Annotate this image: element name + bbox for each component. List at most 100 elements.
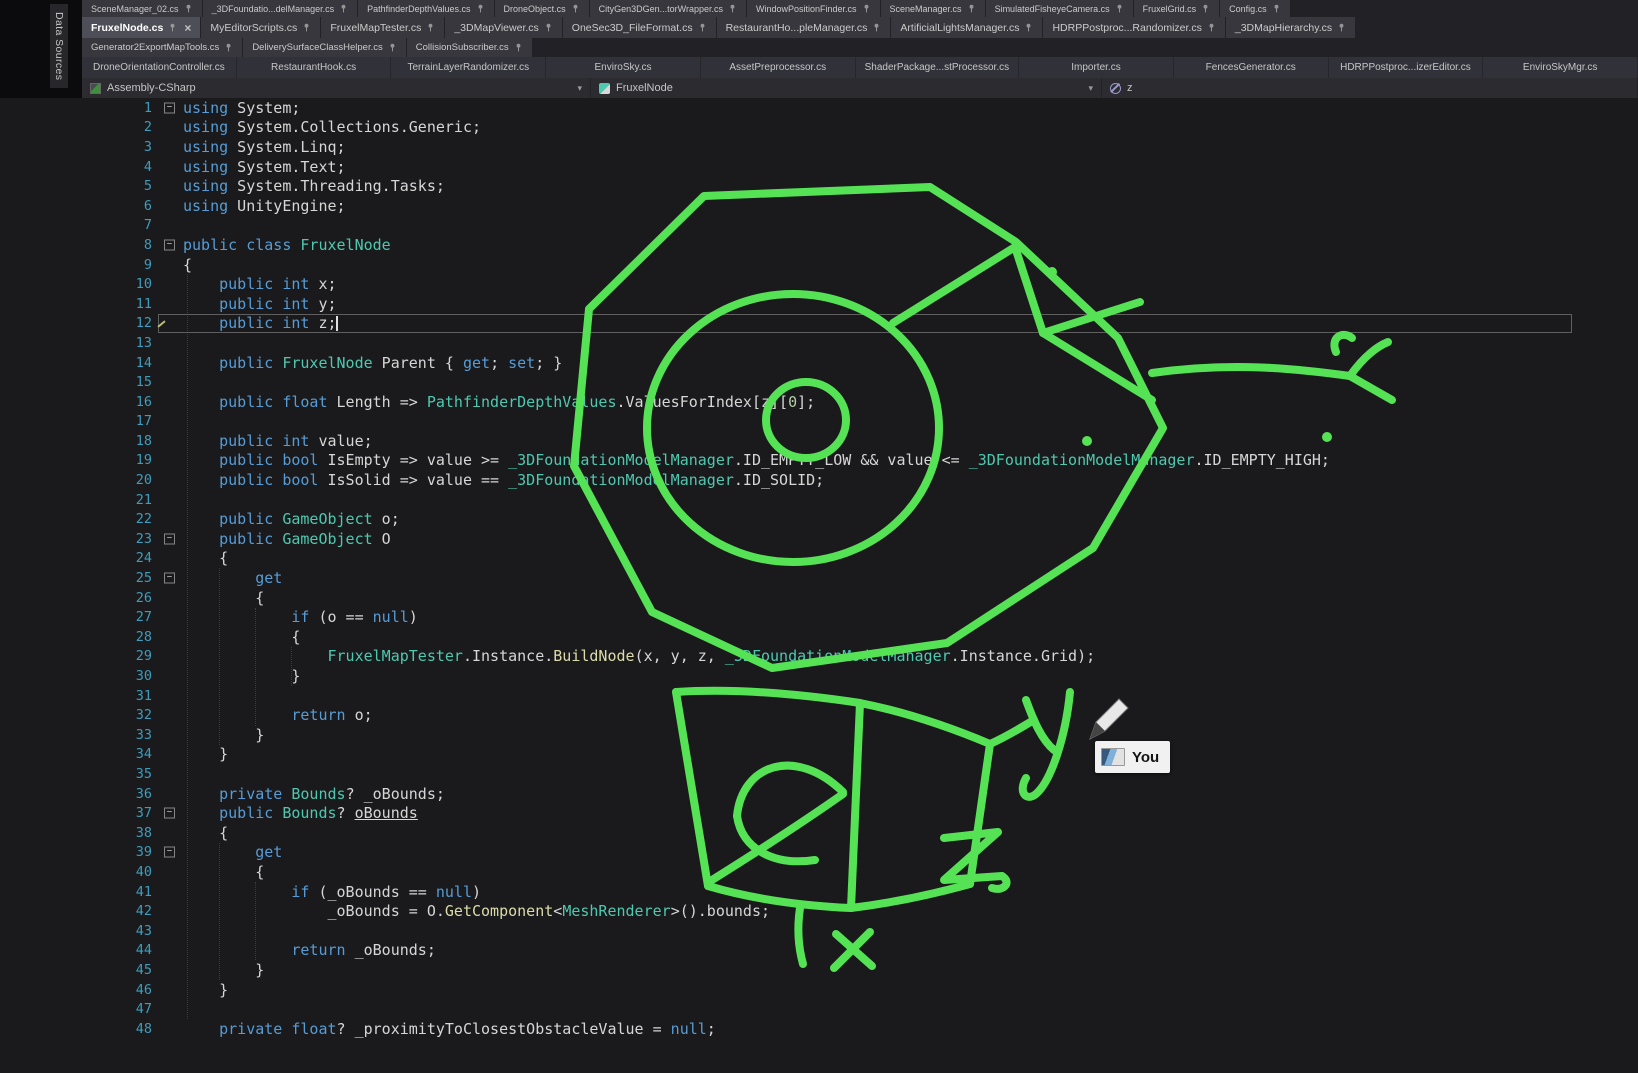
code-line-9[interactable]: 9{ — [0, 255, 1638, 275]
code-line-42[interactable]: 42 _oBounds = O.GetComponent<MeshRendere… — [0, 901, 1638, 921]
pin-icon[interactable] — [862, 4, 871, 13]
code-line-39[interactable]: 39− get — [0, 843, 1638, 863]
code-line-7[interactable]: 7 — [0, 216, 1638, 236]
code-line-30[interactable]: 30 } — [0, 666, 1638, 686]
code-line-11[interactable]: 11 public int y; — [0, 294, 1638, 314]
code-line-6[interactable]: 6using UnityEngine; — [0, 196, 1638, 216]
code-line-15[interactable]: 15 — [0, 372, 1638, 392]
tab-restaurantho-plemanager-cs[interactable]: RestaurantHo...pleManager.cs — [717, 17, 891, 38]
code-line-38[interactable]: 38 { — [0, 823, 1638, 843]
tab-fruxelmaptester-cs[interactable]: FruxelMapTester.cs — [321, 17, 444, 38]
code-line-47[interactable]: 47 — [0, 999, 1638, 1019]
pin-icon[interactable] — [1201, 4, 1210, 13]
code-line-34[interactable]: 34 } — [0, 745, 1638, 765]
tab-enviroskymgr-cs[interactable]: EnviroSkyMgr.cs — [1483, 57, 1637, 78]
tab-artificiallightsmanager-cs[interactable]: ArtificialLightsManager.cs — [891, 17, 1042, 38]
member-dropdown[interactable]: z — [1102, 78, 1638, 98]
tab-fencesgenerator-cs[interactable]: FencesGenerator.cs — [1174, 57, 1328, 78]
code-line-17[interactable]: 17 — [0, 412, 1638, 432]
code-line-5[interactable]: 5using System.Threading.Tasks; — [0, 176, 1638, 196]
tab-myeditorscripts-cs[interactable]: MyEditorScripts.cs — [201, 17, 320, 38]
tab-assetpreprocessor-cs[interactable]: AssetPreprocessor.cs — [701, 57, 855, 78]
tab-pathfinderdepthvalues-cs[interactable]: PathfinderDepthValues.cs — [358, 0, 493, 17]
tab-droneobject-cs[interactable]: DroneObject.cs — [495, 0, 589, 17]
tab-deliverysurfaceclasshelper-cs[interactable]: DeliverySurfaceClassHelper.cs — [243, 38, 405, 57]
pin-icon[interactable] — [184, 4, 193, 13]
pin-icon[interactable] — [967, 4, 976, 13]
tab-collisionsubscriber-cs[interactable]: CollisionSubscriber.cs — [407, 38, 532, 57]
code-line-45[interactable]: 45 } — [0, 960, 1638, 980]
code-line-14[interactable]: 14 public FruxelNode Parent { get; set; … — [0, 353, 1638, 373]
tab-citygen3dgen-torwrapper-cs[interactable]: CityGen3DGen...torWrapper.cs — [590, 0, 746, 17]
chevron-down-icon[interactable]: ▾ — [577, 83, 582, 94]
code-line-40[interactable]: 40 { — [0, 862, 1638, 882]
tab-fruxelnode-cs[interactable]: FruxelNode.cs× — [82, 17, 200, 38]
pin-icon[interactable] — [698, 23, 707, 32]
tab-shaderpackage-stprocessor-cs[interactable]: ShaderPackage...stProcessor.cs — [856, 57, 1019, 78]
tab-terrainlayerrandomizer-cs[interactable]: TerrainLayerRandomizer.cs — [391, 57, 545, 78]
close-icon[interactable]: × — [184, 22, 191, 34]
fold-marker[interactable]: − — [164, 102, 175, 113]
pin-icon[interactable] — [1115, 4, 1124, 13]
pin-icon[interactable] — [1207, 23, 1216, 32]
fold-marker[interactable]: − — [164, 808, 175, 819]
tab-importer-cs[interactable]: Importer.cs — [1019, 57, 1173, 78]
code-line-10[interactable]: 10 public int x; — [0, 274, 1638, 294]
code-line-36[interactable]: 36 private Bounds? _oBounds; — [0, 784, 1638, 804]
code-line-25[interactable]: 25− get — [0, 568, 1638, 588]
tab--3dmapviewer-cs[interactable]: _3DMapViewer.cs — [445, 17, 561, 38]
fold-marker[interactable]: − — [164, 239, 175, 250]
tab-restauranthook-cs[interactable]: RestaurantHook.cs — [237, 57, 391, 78]
code-line-33[interactable]: 33 } — [0, 725, 1638, 745]
code-line-3[interactable]: 3using System.Linq; — [0, 137, 1638, 157]
tab-fruxelgrid-cs[interactable]: FruxelGrid.cs — [1134, 0, 1220, 17]
code-line-35[interactable]: 35 — [0, 764, 1638, 784]
code-line-43[interactable]: 43 — [0, 921, 1638, 941]
code-line-20[interactable]: 20 public bool IsSolid => value == _3DFo… — [0, 470, 1638, 490]
fold-marker[interactable]: − — [164, 533, 175, 544]
code-line-4[interactable]: 4using System.Text; — [0, 157, 1638, 177]
pin-icon[interactable] — [1024, 23, 1033, 32]
code-line-22[interactable]: 22 public GameObject o; — [0, 509, 1638, 529]
code-line-12[interactable]: 12 public int z; — [0, 314, 1638, 334]
pin-icon[interactable] — [1337, 23, 1346, 32]
code-line-27[interactable]: 27 if (o == null) — [0, 607, 1638, 627]
tab-hdrppostproc-izereditor-cs[interactable]: HDRPPostproc...izerEditor.cs — [1329, 57, 1483, 78]
code-line-41[interactable]: 41 if (_oBounds == null) — [0, 882, 1638, 902]
code-line-16[interactable]: 16 public float Length => PathfinderDept… — [0, 392, 1638, 412]
code-line-32[interactable]: 32 return o; — [0, 705, 1638, 725]
code-line-1[interactable]: 1−using System; — [0, 98, 1638, 118]
tab-hdrppostproc-randomizer-cs[interactable]: HDRPPostproc...Randomizer.cs — [1043, 17, 1224, 38]
tab-scenemanager-02-cs[interactable]: SceneManager_02.cs — [82, 0, 202, 17]
fold-marker[interactable]: − — [164, 573, 175, 584]
tab-droneorientationcontroller-cs[interactable]: DroneOrientationController.cs — [82, 57, 236, 78]
pin-icon[interactable] — [514, 43, 523, 52]
tab-simulatedfisheyecamera-cs[interactable]: SimulatedFisheyeCamera.cs — [986, 0, 1133, 17]
tab-scenemanager-cs[interactable]: SceneManager.cs — [881, 0, 985, 17]
code-line-44[interactable]: 44 return _oBounds; — [0, 941, 1638, 961]
code-line-26[interactable]: 26 { — [0, 588, 1638, 608]
pin-icon[interactable] — [571, 4, 580, 13]
tab-envirosky-cs[interactable]: EnviroSky.cs — [546, 57, 700, 78]
pin-icon[interactable] — [224, 43, 233, 52]
pin-icon[interactable] — [426, 23, 435, 32]
code-line-19[interactable]: 19 public bool IsEmpty => value >= _3DFo… — [0, 451, 1638, 471]
code-line-29[interactable]: 29 FruxelMapTester.Instance.BuildNode(x,… — [0, 647, 1638, 667]
class-dropdown[interactable]: FruxelNode ▾ — [591, 78, 1102, 98]
tab-generator2exportmaptools-cs[interactable]: Generator2ExportMapTools.cs — [82, 38, 242, 57]
code-line-31[interactable]: 31 — [0, 686, 1638, 706]
code-line-37[interactable]: 37− public Bounds? oBounds — [0, 803, 1638, 823]
pin-icon[interactable] — [728, 4, 737, 13]
code-line-48[interactable]: 48 private float? _proximityToClosestObs… — [0, 1019, 1638, 1039]
project-dropdown[interactable]: Assembly-CSharp ▾ — [82, 78, 591, 98]
tab--3dmaphierarchy-cs[interactable]: _3DMapHierarchy.cs — [1226, 17, 1355, 38]
fold-marker[interactable]: − — [164, 847, 175, 858]
pin-icon[interactable] — [302, 23, 311, 32]
code-line-21[interactable]: 21 — [0, 490, 1638, 510]
code-line-18[interactable]: 18 public int value; — [0, 431, 1638, 451]
tab--3dfoundatio-delmanager-cs[interactable]: _3DFoundatio...delManager.cs — [203, 0, 358, 17]
pin-icon[interactable] — [168, 23, 177, 32]
tab-windowpositionfinder-cs[interactable]: WindowPositionFinder.cs — [747, 0, 880, 17]
code-line-46[interactable]: 46 } — [0, 980, 1638, 1000]
chevron-down-icon[interactable]: ▾ — [1088, 83, 1093, 94]
